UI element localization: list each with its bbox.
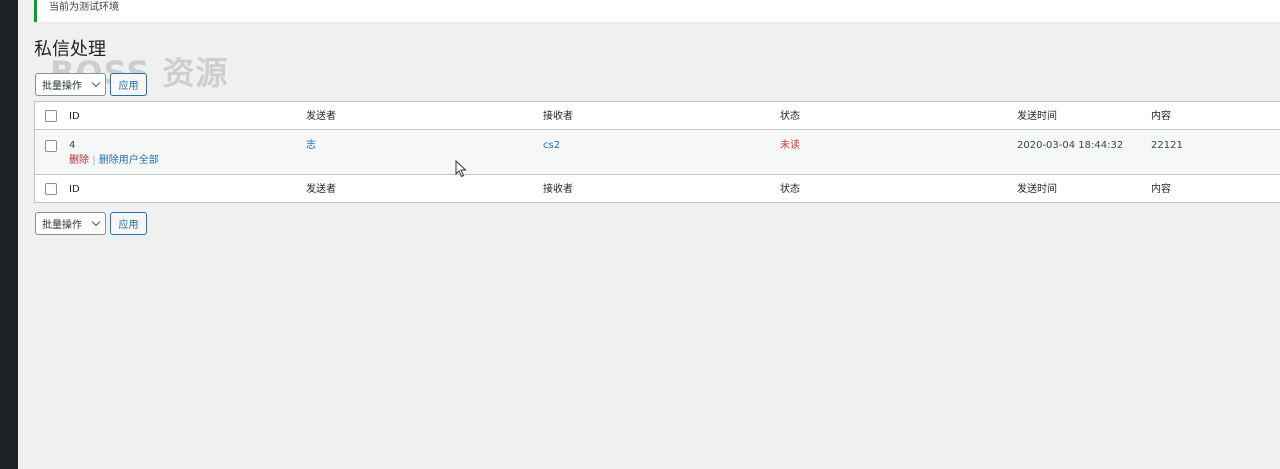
action-separator: | xyxy=(92,155,96,166)
tablenav-top: 批量操作 应用 xyxy=(35,73,147,96)
bulk-action-label: 批量操作 xyxy=(42,81,82,92)
tablenav-bottom: 批量操作 应用 xyxy=(35,212,147,235)
column-footer-content: 内容 xyxy=(1151,184,1171,195)
chevron-down-icon xyxy=(91,78,101,88)
column-footer-id[interactable]: ID xyxy=(69,183,80,197)
column-header-send-time: 发送时间 xyxy=(1017,111,1057,122)
delete-link[interactable]: 删除 xyxy=(69,155,89,166)
column-header-sender: 发送者 xyxy=(306,111,336,122)
environment-notice: 当前为测试环境 xyxy=(34,0,1280,22)
column-footer-send-time: 发送时间 xyxy=(1017,184,1057,195)
row-checkbox[interactable] xyxy=(45,140,57,152)
bulk-action-select-bottom[interactable]: 批量操作 xyxy=(35,212,106,235)
table-row: 4 志 cs2 未读 2020-03-04 18:44:32 22121 删除 … xyxy=(35,130,1280,175)
row-id: 4 xyxy=(69,140,76,151)
row-status: 未读 xyxy=(780,140,800,151)
column-footer-receiver: 接收者 xyxy=(543,184,573,195)
column-header-status: 状态 xyxy=(780,111,800,122)
column-footer-sender: 发送者 xyxy=(306,184,336,195)
column-footer-status: 状态 xyxy=(780,184,800,195)
table-footer-row: ID 发送者 接收者 状态 发送时间 内容 xyxy=(35,174,1280,203)
chevron-down-icon xyxy=(91,217,101,227)
table-header-row: ID 发送者 接收者 状态 发送时间 内容 xyxy=(35,102,1280,130)
select-all-checkbox-bottom[interactable] xyxy=(45,183,57,195)
row-sender-link[interactable]: 志 xyxy=(306,139,316,153)
column-header-receiver: 接收者 xyxy=(543,111,573,122)
row-content: 22121 xyxy=(1151,140,1183,151)
bulk-action-label: 批量操作 xyxy=(42,220,82,231)
notice-text: 当前为测试环境 xyxy=(49,2,119,13)
messages-table: ID 发送者 接收者 状态 发送时间 内容 4 志 cs2 未读 2020-03… xyxy=(34,101,1280,203)
page-title: 私信处理 xyxy=(34,39,106,60)
mouse-cursor-icon xyxy=(455,160,467,178)
column-header-id[interactable]: ID xyxy=(69,110,80,124)
apply-button-bottom[interactable]: 应用 xyxy=(110,212,147,235)
admin-sidebar xyxy=(0,0,18,469)
row-send-time: 2020-03-04 18:44:32 xyxy=(1017,140,1124,151)
bulk-action-select-top[interactable]: 批量操作 xyxy=(35,73,106,96)
column-header-content: 内容 xyxy=(1151,111,1171,122)
row-receiver-link[interactable]: cs2 xyxy=(543,139,560,153)
delete-user-all-link[interactable]: 删除用户全部 xyxy=(99,155,159,166)
apply-button-top[interactable]: 应用 xyxy=(110,73,147,96)
row-actions: 删除 | 删除用户全部 xyxy=(69,154,159,168)
select-all-checkbox-top[interactable] xyxy=(45,110,57,122)
